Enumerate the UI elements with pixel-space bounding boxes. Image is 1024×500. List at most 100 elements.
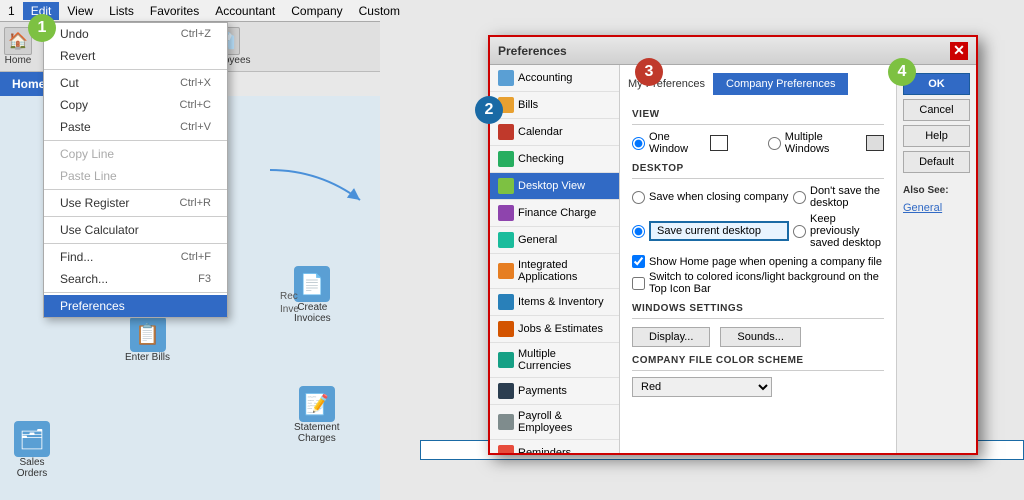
preferences-actions: OK Cancel Help Default Also See: General	[896, 65, 976, 453]
view-divider	[632, 124, 884, 125]
cat-payroll[interactable]: Payroll & Employees	[490, 405, 619, 440]
curved-arrow	[260, 160, 380, 220]
save-current-desktop-input[interactable]: Save current desktop	[649, 221, 789, 241]
multiple-windows-icon	[866, 135, 884, 151]
flow-create-invoices[interactable]: 📄 Create Invoices	[294, 266, 331, 324]
enter-bills-icon-2: 📋	[130, 316, 166, 352]
menu-undo[interactable]: Undo Ctrl+Z	[44, 23, 227, 45]
statement-charges-icon: 📝	[299, 386, 335, 422]
cat-finance-charge[interactable]: Finance Charge	[490, 200, 619, 227]
preferences-close-button[interactable]: ✕	[950, 42, 968, 60]
cat-calendar[interactable]: Calendar	[490, 119, 619, 146]
cat-items-inventory[interactable]: Items & Inventory	[490, 289, 619, 316]
menubar-view[interactable]: View	[59, 2, 101, 20]
cat-multiple-currencies[interactable]: Multiple Currencies	[490, 343, 619, 378]
keep-previously-saved-radio[interactable]: Keep previously saved desktop	[793, 213, 884, 249]
menu-find[interactable]: Find... Ctrl+F	[44, 246, 227, 268]
preferences-body: Accounting Bills Calendar Checking Deskt…	[490, 65, 976, 453]
view-section-label: VIEW	[632, 109, 884, 120]
menubar-company[interactable]: Company	[283, 2, 350, 20]
inv-label: Inve	[280, 304, 299, 315]
cat-jobs-estimates[interactable]: Jobs & Estimates	[490, 316, 619, 343]
color-scheme-select[interactable]: Red Blue Green Gray	[632, 377, 772, 397]
flow-sales-orders[interactable]: 🗂 Sales Orders	[14, 421, 50, 479]
windows-settings-row: Display... Sounds...	[632, 327, 884, 347]
save-when-closing-radio[interactable]: Save when closing company	[632, 185, 789, 209]
menu-copy[interactable]: Copy Ctrl+C	[44, 94, 227, 116]
calendar-icon	[498, 124, 514, 140]
reminders-icon	[498, 445, 514, 453]
step-badge-2: 2	[475, 96, 503, 124]
color-scheme-divider	[632, 370, 884, 371]
step-badge-3: 3	[635, 58, 663, 86]
windows-settings-label: WINDOWS SETTINGS	[632, 303, 884, 314]
show-home-page-checkbox-row: Show Home page when opening a company fi…	[632, 255, 884, 268]
checking-icon	[498, 151, 514, 167]
dont-save-radio[interactable]: Don't save the desktop	[793, 185, 884, 209]
cat-general[interactable]: General	[490, 227, 619, 254]
accounting-icon	[498, 70, 514, 86]
menu-use-register[interactable]: Use Register Ctrl+R	[44, 192, 227, 214]
rec-label: Rec	[280, 291, 298, 302]
show-home-page-checkbox[interactable]	[632, 255, 645, 268]
multiple-windows-radio[interactable]: Multiple Windows	[768, 131, 884, 155]
colored-icons-checkbox[interactable]	[632, 277, 645, 290]
one-window-radio[interactable]: One Window	[632, 131, 728, 155]
menu-search[interactable]: Search... F3	[44, 268, 227, 290]
menu-use-calculator[interactable]: Use Calculator	[44, 219, 227, 241]
menubar-lists[interactable]: Lists	[101, 2, 142, 20]
menu-cut[interactable]: Cut Ctrl+X	[44, 72, 227, 94]
cancel-button[interactable]: Cancel	[903, 99, 970, 121]
desktop-options-grid: Save when closing company Don't save the…	[632, 185, 884, 249]
cat-integrated-apps[interactable]: Integrated Applications	[490, 254, 619, 289]
cat-checking[interactable]: Checking	[490, 146, 619, 173]
view-radio-group: One Window Multiple Windows	[632, 131, 884, 155]
display-button[interactable]: Display...	[632, 327, 710, 347]
menubar-favorites[interactable]: Favorites	[142, 2, 207, 20]
windows-settings-divider	[632, 318, 884, 319]
menu-preferences[interactable]: Preferences	[44, 295, 227, 317]
help-button[interactable]: Help	[903, 125, 970, 147]
preferences-right: My Preferences Company Preferences VIEW …	[620, 65, 896, 453]
menu-paste[interactable]: Paste Ctrl+V	[44, 116, 227, 138]
menu-copy-line: Copy Line	[44, 143, 227, 165]
edit-menu: Undo Ctrl+Z Revert Cut Ctrl+X Copy Ctrl+…	[43, 22, 228, 318]
company-preferences-tab[interactable]: Company Preferences	[713, 73, 848, 95]
menu-revert[interactable]: Revert	[44, 45, 227, 67]
general-icon	[498, 232, 514, 248]
color-scheme-label: COMPANY FILE COLOR SCHEME	[632, 355, 884, 366]
category-list: Accounting Bills Calendar Checking Deskt…	[490, 65, 620, 453]
flow-enter-bills-2[interactable]: 📋 Enter Bills	[125, 316, 170, 363]
sounds-button[interactable]: Sounds...	[720, 327, 800, 347]
menubar: 1 Edit View Lists Favorites Accountant C…	[0, 0, 380, 22]
flow-statement-charges[interactable]: 📝 Statement Charges	[294, 386, 340, 444]
integrated-apps-icon	[498, 263, 514, 279]
menubar-accountant[interactable]: Accountant	[207, 2, 283, 20]
menu-paste-line: Paste Line	[44, 165, 227, 187]
cat-payments[interactable]: Payments	[490, 378, 619, 405]
default-button[interactable]: Default	[903, 151, 970, 173]
payments-icon	[498, 383, 514, 399]
desktop-section-label: DESKTOP	[632, 163, 884, 174]
sep6	[44, 292, 227, 293]
sep4	[44, 216, 227, 217]
preferences-content: VIEW One Window Multiple Windows DE	[620, 95, 896, 453]
menubar-num: 1	[0, 2, 23, 20]
cat-desktop-view[interactable]: Desktop View	[490, 173, 619, 200]
items-inventory-icon	[498, 294, 514, 310]
step-badge-4: 4	[888, 58, 916, 86]
multiple-currencies-icon	[498, 352, 514, 368]
menubar-custom[interactable]: Custom	[351, 2, 408, 20]
also-see-general-link[interactable]: General	[903, 202, 970, 214]
desktop-divider	[632, 178, 884, 179]
preferences-title: Preferences	[498, 44, 567, 58]
create-invoices-icon: 📄	[294, 266, 330, 302]
step-badge-1: 1	[28, 14, 56, 42]
cat-accounting[interactable]: Accounting	[490, 65, 619, 92]
cat-reminders[interactable]: Reminders	[490, 440, 619, 453]
sales-orders-icon: 🗂	[14, 421, 50, 457]
sep3	[44, 189, 227, 190]
topbar-home[interactable]: 🏠 Home	[4, 27, 32, 66]
save-current-desktop-radio[interactable]: Save current desktop	[632, 213, 789, 249]
cat-bills[interactable]: Bills	[490, 92, 619, 119]
